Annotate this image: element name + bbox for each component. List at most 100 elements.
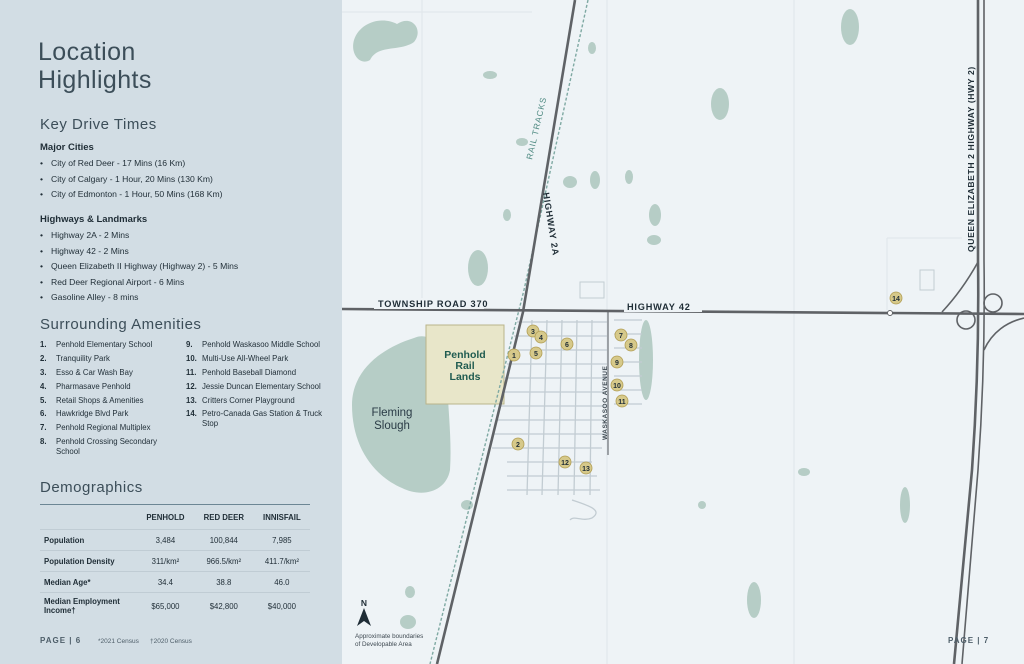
svg-text:13: 13 [582, 466, 590, 473]
amenity-label: Penhold Crossing Secondary School [56, 437, 157, 457]
amenity-label: Jessie Duncan Elementary School [202, 381, 321, 391]
list-item: Gasoline Alley - 8 mins [40, 290, 238, 306]
amenity-marker-6[interactable]: 6 [560, 337, 574, 351]
amenity-label: Petro-Canada Gas Station & Truck Stop [202, 409, 323, 429]
svg-text:12: 12 [561, 460, 569, 467]
svg-text:2: 2 [516, 442, 520, 449]
column-header: RED DEER [193, 504, 254, 530]
amenity-marker-13[interactable]: 13 [579, 461, 593, 475]
amenity-item: 6. Hawkridge Blvd Park [40, 409, 182, 419]
amenity-marker-2[interactable]: 2 [511, 437, 525, 451]
svg-text:10: 10 [613, 383, 621, 390]
table-cell: $42,800 [193, 592, 254, 619]
north-arrow-label: N [361, 598, 367, 608]
fleming-slough-label-line-2: Slough [374, 420, 410, 432]
amenity-number: 6. [40, 409, 47, 419]
list-item: Queen Elizabeth II Highway (Highway 2) -… [40, 259, 238, 275]
water-body [625, 170, 633, 184]
water-body [468, 250, 488, 286]
amenity-marker-7[interactable]: 7 [614, 328, 628, 342]
intersection-node [887, 310, 893, 316]
amenity-item: 2. Tranquility Park [40, 354, 182, 364]
table-row: Median Age* 34.4 38.8 46.0 [40, 571, 310, 593]
amenity-item: 11. Penhold Baseball Diamond [186, 368, 324, 378]
amenity-label: Penhold Waskasoo Middle School [202, 340, 321, 349]
table-row: Population Density 311/km² 966.5/km² 411… [40, 550, 310, 572]
amenity-number: 2. [40, 353, 47, 363]
amenity-marker-8[interactable]: 8 [624, 338, 638, 352]
svg-text:14: 14 [892, 296, 900, 303]
svg-text:3: 3 [531, 329, 535, 336]
highways-list: Highway 2A - 2 Mins Highway 42 - 2 Mins … [40, 228, 238, 306]
amenity-marker-9[interactable]: 9 [610, 355, 624, 369]
table-cell: 3,484 [137, 529, 194, 551]
water-body [711, 88, 729, 120]
amenity-number: 7. [40, 423, 47, 433]
amenity-marker-5[interactable]: 5 [529, 346, 543, 360]
water-body [747, 582, 761, 618]
amenity-item: 13. Critters Corner Playground [186, 396, 324, 406]
title-line-2: Highlights [38, 66, 152, 94]
amenity-number: 3. [40, 367, 47, 377]
water-body [483, 71, 497, 79]
amenity-number: 14. [186, 409, 197, 419]
amenity-label: Retail Shops & Amenities [56, 395, 144, 405]
list-item: City of Calgary - 1 Hour, 20 Mins (130 K… [40, 172, 222, 188]
row-label: Median Employment Income† [40, 592, 137, 619]
list-item: Red Deer Regional Airport - 6 Mins [40, 275, 238, 291]
fleming-slough-label-line-1: Fleming [372, 407, 413, 419]
drive-times-heading: Key Drive Times [40, 116, 157, 133]
title-line-1: Location [38, 38, 136, 66]
water-body [698, 501, 706, 509]
site-label-line-3: Lands [450, 371, 481, 383]
water-body [400, 615, 416, 629]
amenity-item: 3. Esso & Car Wash Bay [40, 368, 182, 378]
amenity-item: 7. Penhold Regional Multiplex [40, 423, 182, 433]
amenity-item: 4. Pharmasave Penhold [40, 382, 182, 392]
table-cell: 38.8 [193, 571, 254, 593]
amenity-number: 11. [186, 367, 197, 377]
amenity-number: 8. [40, 437, 47, 447]
svg-text:8: 8 [629, 343, 633, 350]
queen-elizabeth-highway-label: QUEEN ELIZABETH 2 HIGHWAY (HWY 2) [966, 66, 976, 252]
table-cell: 46.0 [253, 571, 310, 593]
amenities-list-1: 1. Penhold Elementary School 2. Tranquilit… [40, 340, 182, 461]
svg-text:6: 6 [565, 342, 569, 349]
amenity-marker-14[interactable]: 14 [889, 291, 903, 305]
amenity-label: Critters Corner Playground [202, 395, 295, 405]
page-number-right: PAGE | 7 [948, 636, 990, 645]
table-cell: $65,000 [137, 592, 194, 619]
demographics-heading: Demographics [40, 479, 143, 496]
water-body [503, 209, 511, 221]
table-cell: 7,985 [253, 529, 310, 551]
table-header-row: PENHOLD RED DEER INNISFAIL [40, 504, 310, 530]
amenity-marker-11[interactable]: 11 [615, 394, 629, 408]
table-cell: 966.5/km² [193, 550, 254, 572]
amenity-number: 5. [40, 395, 47, 405]
water-body [588, 42, 596, 54]
amenity-number: 1. [40, 340, 47, 349]
amenity-marker-10[interactable]: 10 [610, 378, 624, 392]
water-body [516, 138, 528, 146]
water-body [798, 468, 810, 476]
amenity-item: 1. Penhold Elementary School [40, 340, 182, 350]
major-cities-heading: Major Cities [40, 142, 94, 153]
list-item: City of Edmonton - 1 Hour, 50 Mins (168 … [40, 187, 222, 203]
list-item: City of Red Deer - 17 Mins (16 Km) [40, 156, 222, 172]
amenity-marker-1[interactable]: 1 [507, 348, 521, 362]
amenity-marker-12[interactable]: 12 [558, 455, 572, 469]
water-body [563, 176, 577, 188]
amenity-marker-4[interactable]: 4 [534, 330, 548, 344]
svg-text:9: 9 [615, 360, 619, 367]
table-cell: 34.4 [137, 571, 194, 593]
page-title: Location Highlights [38, 38, 152, 94]
table-cell: $40,000 [253, 592, 310, 619]
township-road-370-label: TOWNSHIP ROAD 370 [378, 299, 488, 309]
table-row: Median Employment Income† $65,000 $42,80… [40, 592, 310, 619]
amenity-number: 4. [40, 381, 47, 391]
amenity-label: Hawkridge Blvd Park [56, 409, 129, 419]
amenity-label: Penhold Elementary School [56, 340, 153, 349]
major-cities-list: City of Red Deer - 17 Mins (16 Km) City … [40, 156, 222, 203]
water-body [590, 171, 600, 189]
highway-42-label: HIGHWAY 42 [627, 302, 691, 312]
